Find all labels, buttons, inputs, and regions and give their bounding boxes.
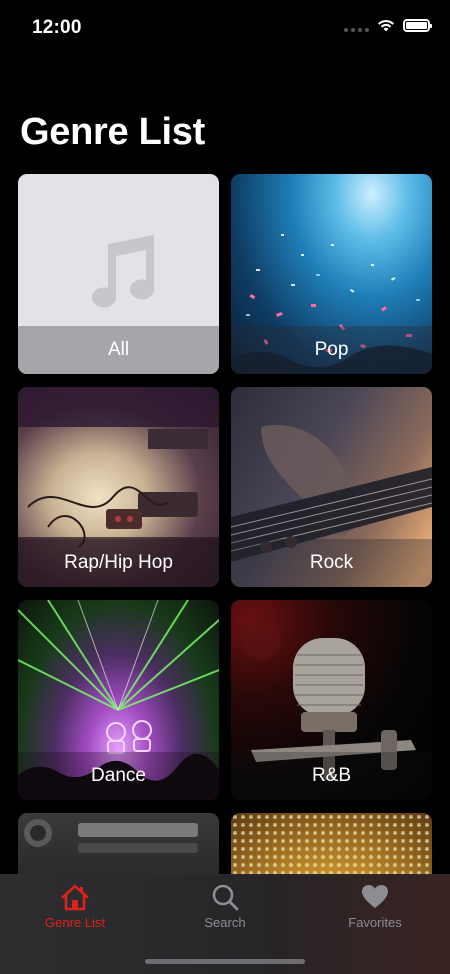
genre-card-rap-hip-hop[interactable]: Rap/Hip Hop bbox=[18, 387, 219, 587]
genre-label: Dance bbox=[91, 765, 146, 786]
tab-favorites[interactable]: Favorites bbox=[300, 883, 450, 943]
genre-card-speaker-lights[interactable] bbox=[231, 813, 432, 874]
tab-label: Genre List bbox=[45, 915, 105, 930]
mixing-console-image bbox=[24, 819, 198, 853]
genre-label: Pop bbox=[314, 339, 349, 360]
home-indicator[interactable] bbox=[145, 959, 305, 964]
genre-card-pop[interactable]: Pop bbox=[231, 174, 432, 374]
battery-icon bbox=[403, 19, 432, 32]
music-note-icon bbox=[92, 235, 154, 308]
heart-icon bbox=[362, 885, 388, 908]
genre-label: R&B bbox=[311, 765, 352, 786]
genre-card-rnb[interactable]: R&B bbox=[231, 600, 432, 800]
house-icon bbox=[61, 884, 89, 911]
tab-genre-list[interactable]: Genre List bbox=[0, 883, 150, 943]
status-time: 12:00 bbox=[32, 17, 82, 38]
genre-card-all[interactable]: All bbox=[18, 174, 219, 374]
genre-grid: All Pop Rap/Hip Hop Rock Dance R&B bbox=[18, 174, 432, 874]
speaker-lights-image bbox=[231, 813, 432, 874]
genre-label: All bbox=[107, 339, 130, 360]
tab-search[interactable]: Search bbox=[150, 883, 300, 943]
tab-label: Search bbox=[204, 915, 246, 930]
wifi-icon bbox=[377, 19, 395, 32]
genre-label: Rock bbox=[309, 552, 354, 573]
page-title: Genre List bbox=[20, 111, 205, 153]
cellular-signal-icon bbox=[344, 20, 369, 32]
genre-card-rock[interactable]: Rock bbox=[231, 387, 432, 587]
genre-card-mixing-console[interactable] bbox=[18, 813, 219, 874]
status-bar: 12:00 bbox=[0, 0, 450, 56]
genre-card-dance[interactable]: Dance bbox=[18, 600, 219, 800]
tab-label: Favorites bbox=[348, 915, 402, 930]
genre-label: Rap/Hip Hop bbox=[64, 552, 173, 573]
search-icon bbox=[212, 884, 239, 911]
status-icons bbox=[344, 19, 432, 32]
